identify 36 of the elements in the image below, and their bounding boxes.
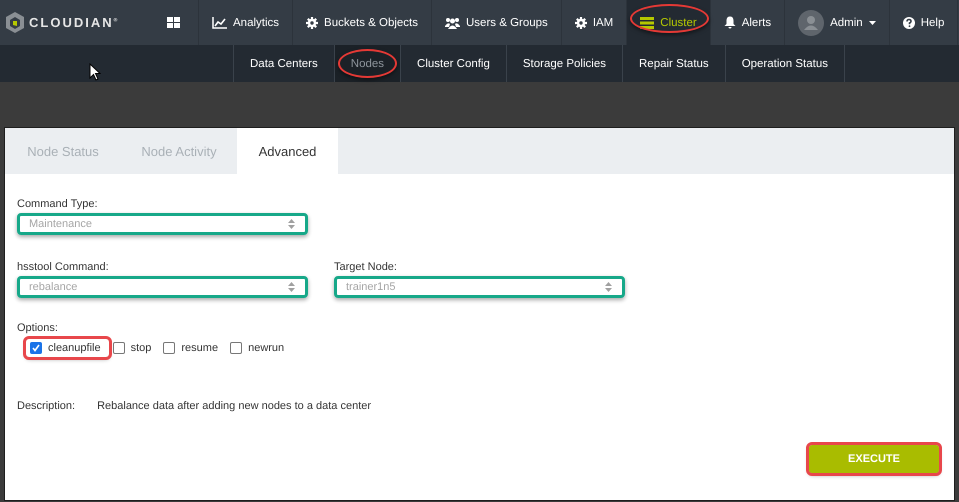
field-label: Command Type: [17,198,99,210]
tab[interactable]: Advanced [237,128,338,174]
checkbox[interactable] [163,342,176,354]
subnav-tab[interactable]: Storage Policies [506,45,622,82]
grid-icon [167,16,180,28]
bell-icon [724,16,736,29]
subnav-tab[interactable]: Cluster Config [400,45,506,82]
field-label: Target Node: [334,261,398,273]
checkbox[interactable] [230,342,242,354]
server-icon [640,16,654,28]
gear-icon [306,16,318,28]
field-label: Options: [17,322,58,334]
cursor-icon [89,63,101,81]
field-label: hsstool Command: [17,261,110,273]
nav-tab[interactable]: Cluster [627,0,711,45]
description-label: Description: [17,400,76,412]
stepper-icon [288,219,295,229]
line-chart-icon [212,16,227,28]
description-text: Rebalance data after adding new nodes to a data center [97,400,372,412]
help-icon [902,16,915,28]
stepper-icon [605,282,612,292]
checkbox-label: cleanupfile [48,342,101,354]
stepper-icon [288,282,295,292]
checkbox-label: resume [181,342,218,354]
logo-icon [5,12,25,34]
users-icon [445,16,460,28]
checkbox[interactable] [30,342,42,354]
checkbox[interactable] [112,342,125,354]
subnav-tab[interactable]: Operation Status [724,45,845,82]
gear-icon [574,16,587,28]
logo-text: CLOUDIAN$^{®}$ [29,15,118,30]
subnav-tab[interactable]: Nodes [334,45,400,82]
subnav-tab[interactable]: Repair Status [622,45,725,82]
checkbox-label: newrun [248,342,284,354]
checkbox-label: stop [130,342,152,354]
avatar-icon [798,10,824,36]
